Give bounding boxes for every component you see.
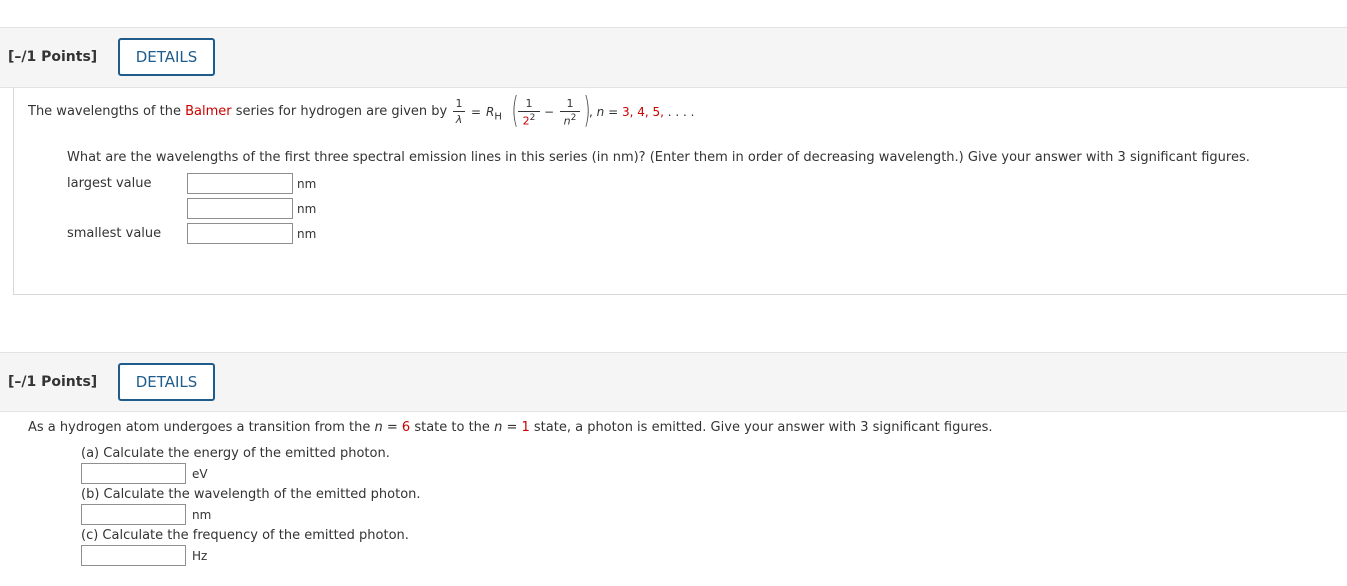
eq-comma: , [589, 105, 597, 119]
q2-eq-1: = [382, 420, 402, 435]
eq-n-values: , n = 3, 4, 5, . . . . [589, 105, 694, 119]
part-b-label: (b) Calculate the wavelength of the emit… [81, 487, 421, 502]
question-1-prompt: What are the wavelengths of the first th… [67, 150, 1250, 165]
q2-final-state: 1 [521, 420, 530, 435]
answer-input-2[interactable] [187, 198, 293, 219]
eq-R-sub: H [494, 111, 502, 123]
question-2-prompt: As a hydrogen atom undergoes a transitio… [28, 420, 993, 435]
eq-two-exp: 2 [529, 113, 536, 123]
eq-lhs-fraction: 1 λ [453, 97, 465, 126]
eq-rydberg: RH [486, 105, 502, 122]
eq-two: 2 [522, 114, 530, 128]
points-label: [–/1 Points] [8, 374, 98, 390]
unit-ev: eV [192, 467, 208, 481]
balmer-intro: The wavelengths of the Balmer series for… [28, 104, 447, 119]
part-c-label: (c) Calculate the frequency of the emitt… [81, 528, 409, 543]
eq-frac1-num: 1 [525, 97, 533, 110]
largest-value-label: largest value [67, 176, 152, 191]
eq-frac1-den: 22 [518, 113, 540, 128]
eq-lambda: λ [455, 113, 463, 126]
eq-fraction-bar [453, 111, 465, 112]
wavelength-input[interactable] [81, 504, 186, 525]
eq-tail-dots: . . . . [663, 105, 695, 119]
frequency-input[interactable] [81, 545, 186, 566]
eq-frac-2: 1 n2 [560, 97, 580, 128]
eq-frac2-bar [560, 111, 580, 112]
eq-frac-1: 1 22 [518, 97, 540, 128]
eq-equals: = [471, 105, 482, 119]
eq-tail-eq: = [604, 105, 622, 119]
eq-tail-values: 3, 4, 5, [621, 105, 664, 119]
eq-numerator: 1 [455, 97, 463, 110]
unit-nm-3: nm [297, 227, 317, 241]
smallest-value-label: smallest value [67, 226, 162, 241]
q2-n-1: n [374, 420, 383, 435]
answer-input-3[interactable] [187, 223, 293, 244]
unit-hz: Hz [192, 549, 208, 563]
question-1-header: [–/1 Points] DETAILS [0, 27, 1347, 88]
part-a-label: (a) Calculate the energy of the emitted … [81, 446, 390, 461]
eq-minus: − [544, 105, 555, 119]
q2-text-3: state, a photon is emitted. Give your an… [529, 420, 993, 435]
intro-text: The wavelengths of the [28, 104, 186, 119]
answer-input-1[interactable] [187, 173, 293, 194]
q2-text-2: state to the [410, 420, 495, 435]
eq-frac2-den: n2 [560, 113, 580, 128]
unit-nm-2: nm [297, 202, 317, 216]
unit-nm-1: nm [297, 177, 317, 191]
q2-eq-2: = [502, 420, 522, 435]
energy-input[interactable] [81, 463, 186, 484]
q2-text-1: As a hydrogen atom undergoes a transitio… [28, 420, 375, 435]
eq-n: n [563, 114, 571, 128]
eq-frac1-bar [518, 111, 540, 112]
eq-frac2-num: 1 [566, 97, 574, 110]
points-label: [–/1 Points] [8, 49, 98, 65]
intro-text-end: series for hydrogen are given by [231, 104, 448, 119]
details-button[interactable]: DETAILS [118, 38, 215, 76]
balmer-link[interactable]: Balmer [185, 104, 232, 119]
unit-nm: nm [192, 508, 212, 522]
eq-n-exp: 2 [570, 113, 577, 123]
question-2-header: [–/1 Points] DETAILS [0, 352, 1347, 412]
q2-initial-state: 6 [401, 420, 411, 435]
details-button[interactable]: DETAILS [118, 363, 215, 401]
